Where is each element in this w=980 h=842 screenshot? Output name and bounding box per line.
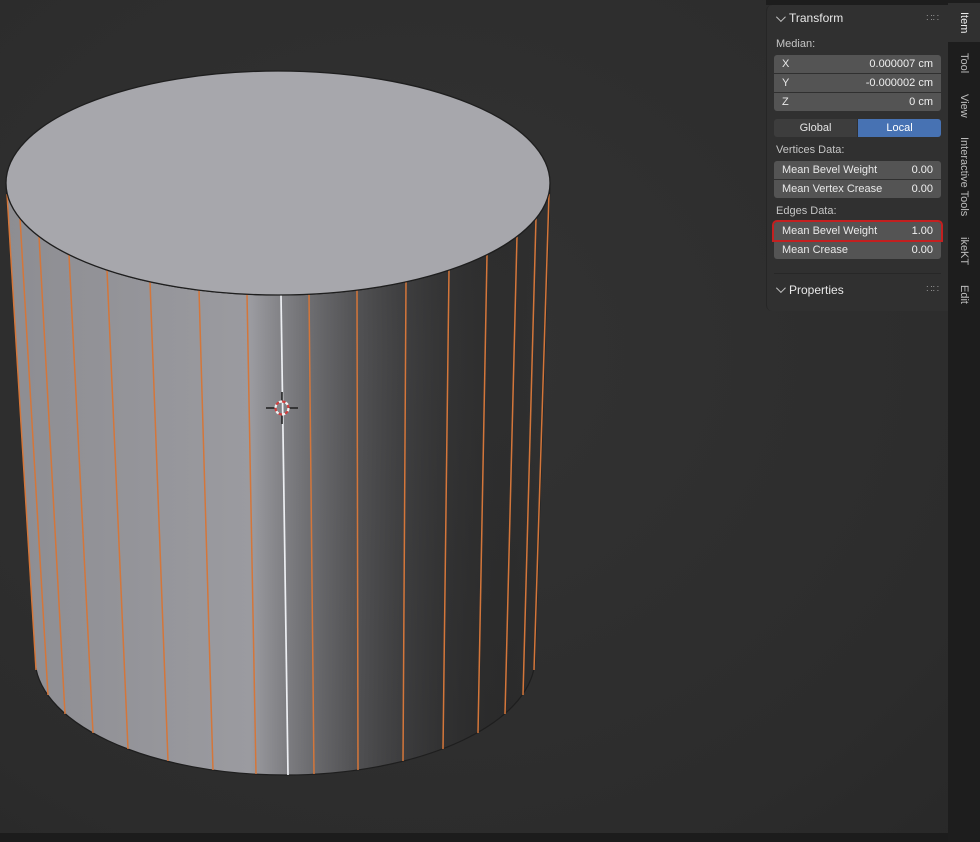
cylinder-top-face — [5, 70, 551, 296]
tab-ikekt[interactable]: ikeKT — [948, 228, 980, 274]
axis-value: 0.000007 cm — [869, 58, 933, 70]
field-value: 1.00 — [911, 225, 933, 237]
field-label: Mean Crease — [782, 244, 849, 256]
field-value: 0.00 — [911, 164, 933, 176]
transform-panel-title: Transform — [789, 11, 844, 25]
median-z-field[interactable]: Z 0 cm — [774, 93, 941, 111]
mean-vertex-crease-field[interactable]: Mean Vertex Crease 0.00 — [774, 180, 941, 198]
chevron-down-icon — [775, 11, 786, 22]
field-label: Mean Bevel Weight — [782, 164, 878, 176]
tab-view[interactable]: View — [948, 85, 980, 127]
axis-value: -0.000002 cm — [865, 77, 933, 89]
orientation-local-button[interactable]: Local — [858, 119, 941, 137]
median-x-field[interactable]: X 0.000007 cm — [774, 55, 941, 73]
transform-panel-header[interactable]: Transform ∷∷ — [774, 5, 941, 31]
axis-label: X — [782, 58, 790, 70]
mean-bevel-weight-edges-field[interactable]: Mean Bevel Weight 1.00 — [772, 220, 943, 242]
median-y-field[interactable]: Y -0.000002 cm — [774, 74, 941, 92]
field-value: 0.00 — [911, 244, 933, 256]
field-label: Mean Bevel Weight — [782, 225, 878, 237]
field-value: 0.00 — [911, 183, 933, 195]
orientation-toggle: Global Local — [774, 119, 941, 137]
window-edge-bottom — [0, 833, 980, 842]
mean-crease-field[interactable]: Mean Crease 0.00 — [774, 241, 941, 259]
mesh-edge — [356, 289, 359, 771]
mean-bevel-weight-vertices-field[interactable]: Mean Bevel Weight 0.00 — [774, 161, 941, 179]
panel-grip-icon[interactable]: ∷∷ — [926, 284, 939, 295]
panel-grip-icon[interactable]: ∷∷ — [926, 13, 939, 24]
edges-data-label: Edges Data: — [776, 205, 837, 217]
cylinder-object[interactable] — [5, 70, 551, 776]
median-label: Median: — [776, 38, 816, 50]
sidebar-panel: Transform ∷∷ Median: X 0.000007 cm Y -0.… — [766, 5, 948, 311]
tab-interactive-tools[interactable]: Interactive Tools — [948, 128, 980, 225]
axis-label: Z — [782, 96, 789, 108]
sidebar-tab-strip: Item Tool View Interactive Tools ikeKT E… — [948, 0, 980, 842]
tab-edit[interactable]: Edit — [948, 276, 980, 313]
vertices-data-label: Vertices Data: — [776, 144, 845, 156]
axis-value: 0 cm — [909, 96, 933, 108]
tab-tool[interactable]: Tool — [948, 44, 980, 82]
properties-panel-header[interactable]: Properties ∷∷ — [774, 273, 941, 301]
properties-panel-title: Properties — [789, 282, 844, 297]
axis-label: Y — [782, 77, 790, 89]
chevron-down-icon — [775, 283, 786, 294]
orientation-global-button[interactable]: Global — [774, 119, 857, 137]
tab-item[interactable]: Item — [948, 3, 980, 43]
field-label: Mean Vertex Crease — [782, 183, 883, 195]
